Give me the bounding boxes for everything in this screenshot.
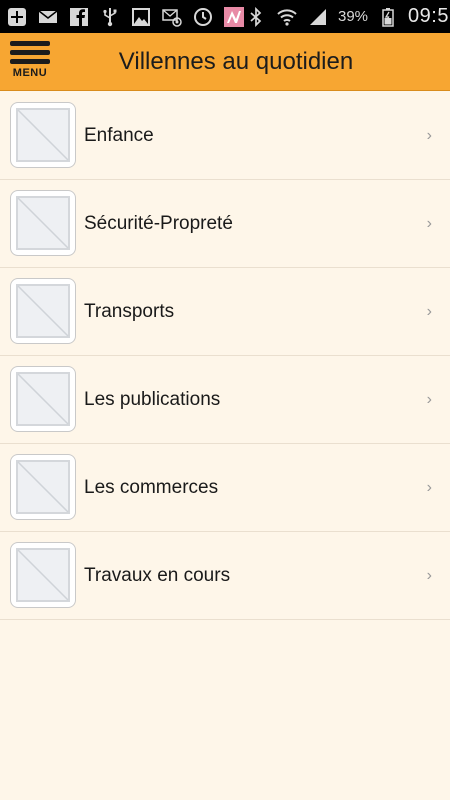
status-bar-system: 39% 09:59 <box>245 5 450 28</box>
list-item-label: Transports <box>84 301 175 322</box>
mail-icon <box>37 6 59 28</box>
placeholder-image-icon <box>10 278 76 344</box>
chevron-right-icon: › <box>426 391 432 408</box>
page-title: Villennes au quotidien <box>118 48 354 75</box>
hamburger-icon <box>10 41 50 46</box>
placeholder-image-icon <box>10 102 76 168</box>
chevron-right-icon: › <box>426 479 432 496</box>
battery-percent: 39% <box>338 8 369 25</box>
list-item-label: Les publications <box>84 389 221 410</box>
bluetooth-icon <box>245 6 267 28</box>
hamburger-icon-bar <box>10 59 50 64</box>
do-not-disturb-icon <box>192 6 214 28</box>
chevron-right-icon: › <box>426 127 432 144</box>
hamburger-icon-bar <box>10 50 50 55</box>
app-notification-icon <box>223 6 245 28</box>
placeholder-image-icon <box>10 542 76 608</box>
wifi-icon <box>276 6 298 28</box>
placeholder-image-icon <box>10 366 76 432</box>
status-bar: 39% 09:59 <box>0 0 450 33</box>
list-item[interactable]: Transports › <box>0 268 450 356</box>
category-list: Enfance › Sécurité-Propreté › Transports… <box>0 92 450 620</box>
list-item[interactable]: Les commerces › <box>0 444 450 532</box>
battery-icon <box>377 6 399 28</box>
menu-button[interactable]: MENU <box>8 39 52 83</box>
placeholder-image-icon <box>10 190 76 256</box>
usb-icon <box>99 6 121 28</box>
list-item-label: Les commerces <box>84 477 219 498</box>
chevron-right-icon: › <box>426 567 432 584</box>
list-item-label: Travaux en cours <box>84 565 231 586</box>
list-item[interactable]: Sécurité-Propreté › <box>0 180 450 268</box>
placeholder-image-icon <box>10 454 76 520</box>
list-item[interactable]: Enfance › <box>0 92 450 180</box>
chevron-right-icon: › <box>426 303 432 320</box>
menu-label: MENU <box>12 67 48 79</box>
facebook-icon <box>68 6 90 28</box>
email-alert-icon <box>161 6 183 28</box>
list-item-label: Sécurité-Propreté <box>84 213 233 234</box>
app-header: MENU Villennes au quotidien <box>0 33 450 91</box>
chevron-right-icon: › <box>426 215 432 232</box>
signal-icon <box>307 6 329 28</box>
status-bar-notifications <box>6 6 245 28</box>
list-item[interactable]: Travaux en cours › <box>0 532 450 620</box>
list-item[interactable]: Les publications › <box>0 356 450 444</box>
list-item-label: Enfance <box>84 125 154 146</box>
clock: 09:59 <box>408 5 450 27</box>
image-icon <box>130 6 152 28</box>
plus-icon <box>6 6 28 28</box>
